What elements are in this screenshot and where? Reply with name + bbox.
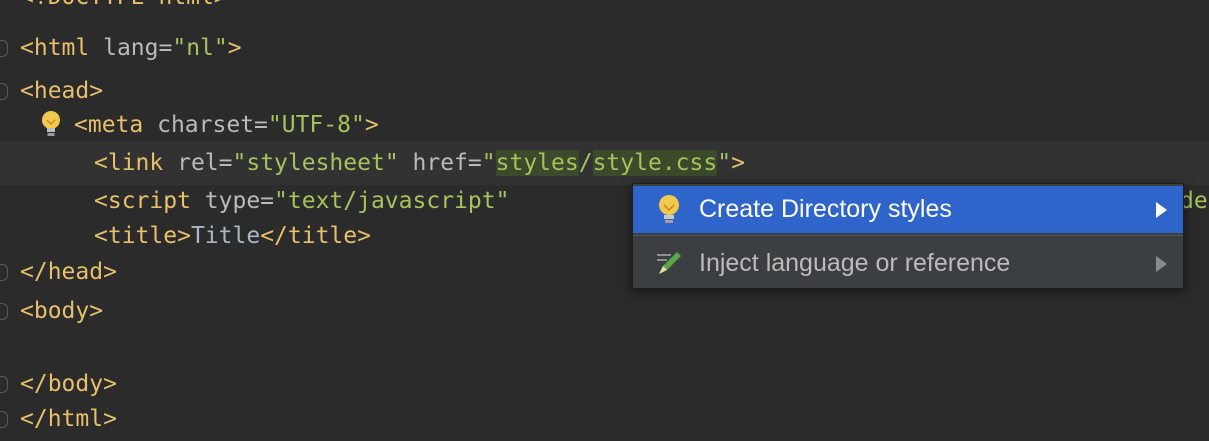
href-slash: / xyxy=(578,150,593,176)
html-open-tag: <html xyxy=(20,35,90,61)
lightbulb-icon xyxy=(659,195,679,223)
type-attribute: type= xyxy=(190,188,275,214)
tag-end: > xyxy=(227,35,242,61)
title-open-tag: <title> xyxy=(94,223,191,249)
pencil-icon xyxy=(657,252,681,274)
rel-attribute: rel= xyxy=(163,150,233,176)
tag-end: > xyxy=(731,150,745,176)
fold-marker[interactable] xyxy=(0,40,8,57)
href-attribute: href= xyxy=(398,150,482,176)
doctype-text: <!DOCTYPE html> xyxy=(20,0,228,19)
body-open-tag: <body> xyxy=(20,298,104,324)
rel-value: "stylesheet" xyxy=(232,150,399,176)
code-line-link[interactable]: <link rel="stylesheet" href="styles/styl… xyxy=(0,142,1209,185)
menu-item-inject-language[interactable]: Inject language or reference xyxy=(633,240,1183,287)
fold-marker[interactable] xyxy=(0,303,8,320)
code-line-html-close[interactable]: </html> xyxy=(0,398,1209,441)
charset-value: "UTF-8" xyxy=(267,112,365,138)
menu-item-label: Inject language or reference xyxy=(699,249,1011,277)
fold-marker[interactable] xyxy=(0,411,8,428)
fold-marker[interactable] xyxy=(0,376,8,393)
menu-item-label: Create Directory styles xyxy=(699,195,952,223)
href-path-styles[interactable]: styles xyxy=(495,150,579,176)
submenu-arrow-icon[interactable] xyxy=(1156,202,1167,218)
code-line-body[interactable]: <body> xyxy=(0,290,1209,333)
fold-marker[interactable] xyxy=(0,264,8,281)
href-path-file[interactable]: style.css xyxy=(592,150,718,176)
link-open-tag: <link xyxy=(94,150,164,176)
meta-open-tag: <meta xyxy=(74,112,144,138)
type-value: "text/javascript" xyxy=(274,188,510,214)
intention-actions-popup: Create Directory styles Inject language … xyxy=(632,183,1184,289)
title-close-tag: </title> xyxy=(260,223,371,249)
href-quote-close: " xyxy=(717,150,732,176)
menu-separator xyxy=(633,235,1183,236)
tag-end: > xyxy=(364,112,379,138)
script-open-tag: <script xyxy=(94,188,191,214)
html-close-tag: </html> xyxy=(20,406,117,432)
href-quote-open: " xyxy=(481,150,496,176)
charset-attribute: charset= xyxy=(143,112,268,138)
head-close-tag: </head> xyxy=(20,259,117,285)
lang-value: "nl" xyxy=(172,35,228,61)
code-editor[interactable]: <!DOCTYPE html> <html lang="nl"> <head> … xyxy=(0,0,1209,441)
fold-marker[interactable] xyxy=(0,83,8,100)
code-line-meta[interactable]: <meta charset="UTF-8"> xyxy=(0,104,1209,147)
lightbulb-icon[interactable] xyxy=(40,110,62,140)
title-text: Title xyxy=(190,223,261,249)
submenu-arrow-icon[interactable] xyxy=(1156,256,1167,272)
lang-attribute: lang= xyxy=(89,35,173,61)
code-line-html[interactable]: <html lang="nl"> xyxy=(0,27,1209,70)
menu-item-create-directory[interactable]: Create Directory styles xyxy=(633,186,1183,233)
code-line-doctype[interactable]: <!DOCTYPE html> xyxy=(0,0,1209,19)
